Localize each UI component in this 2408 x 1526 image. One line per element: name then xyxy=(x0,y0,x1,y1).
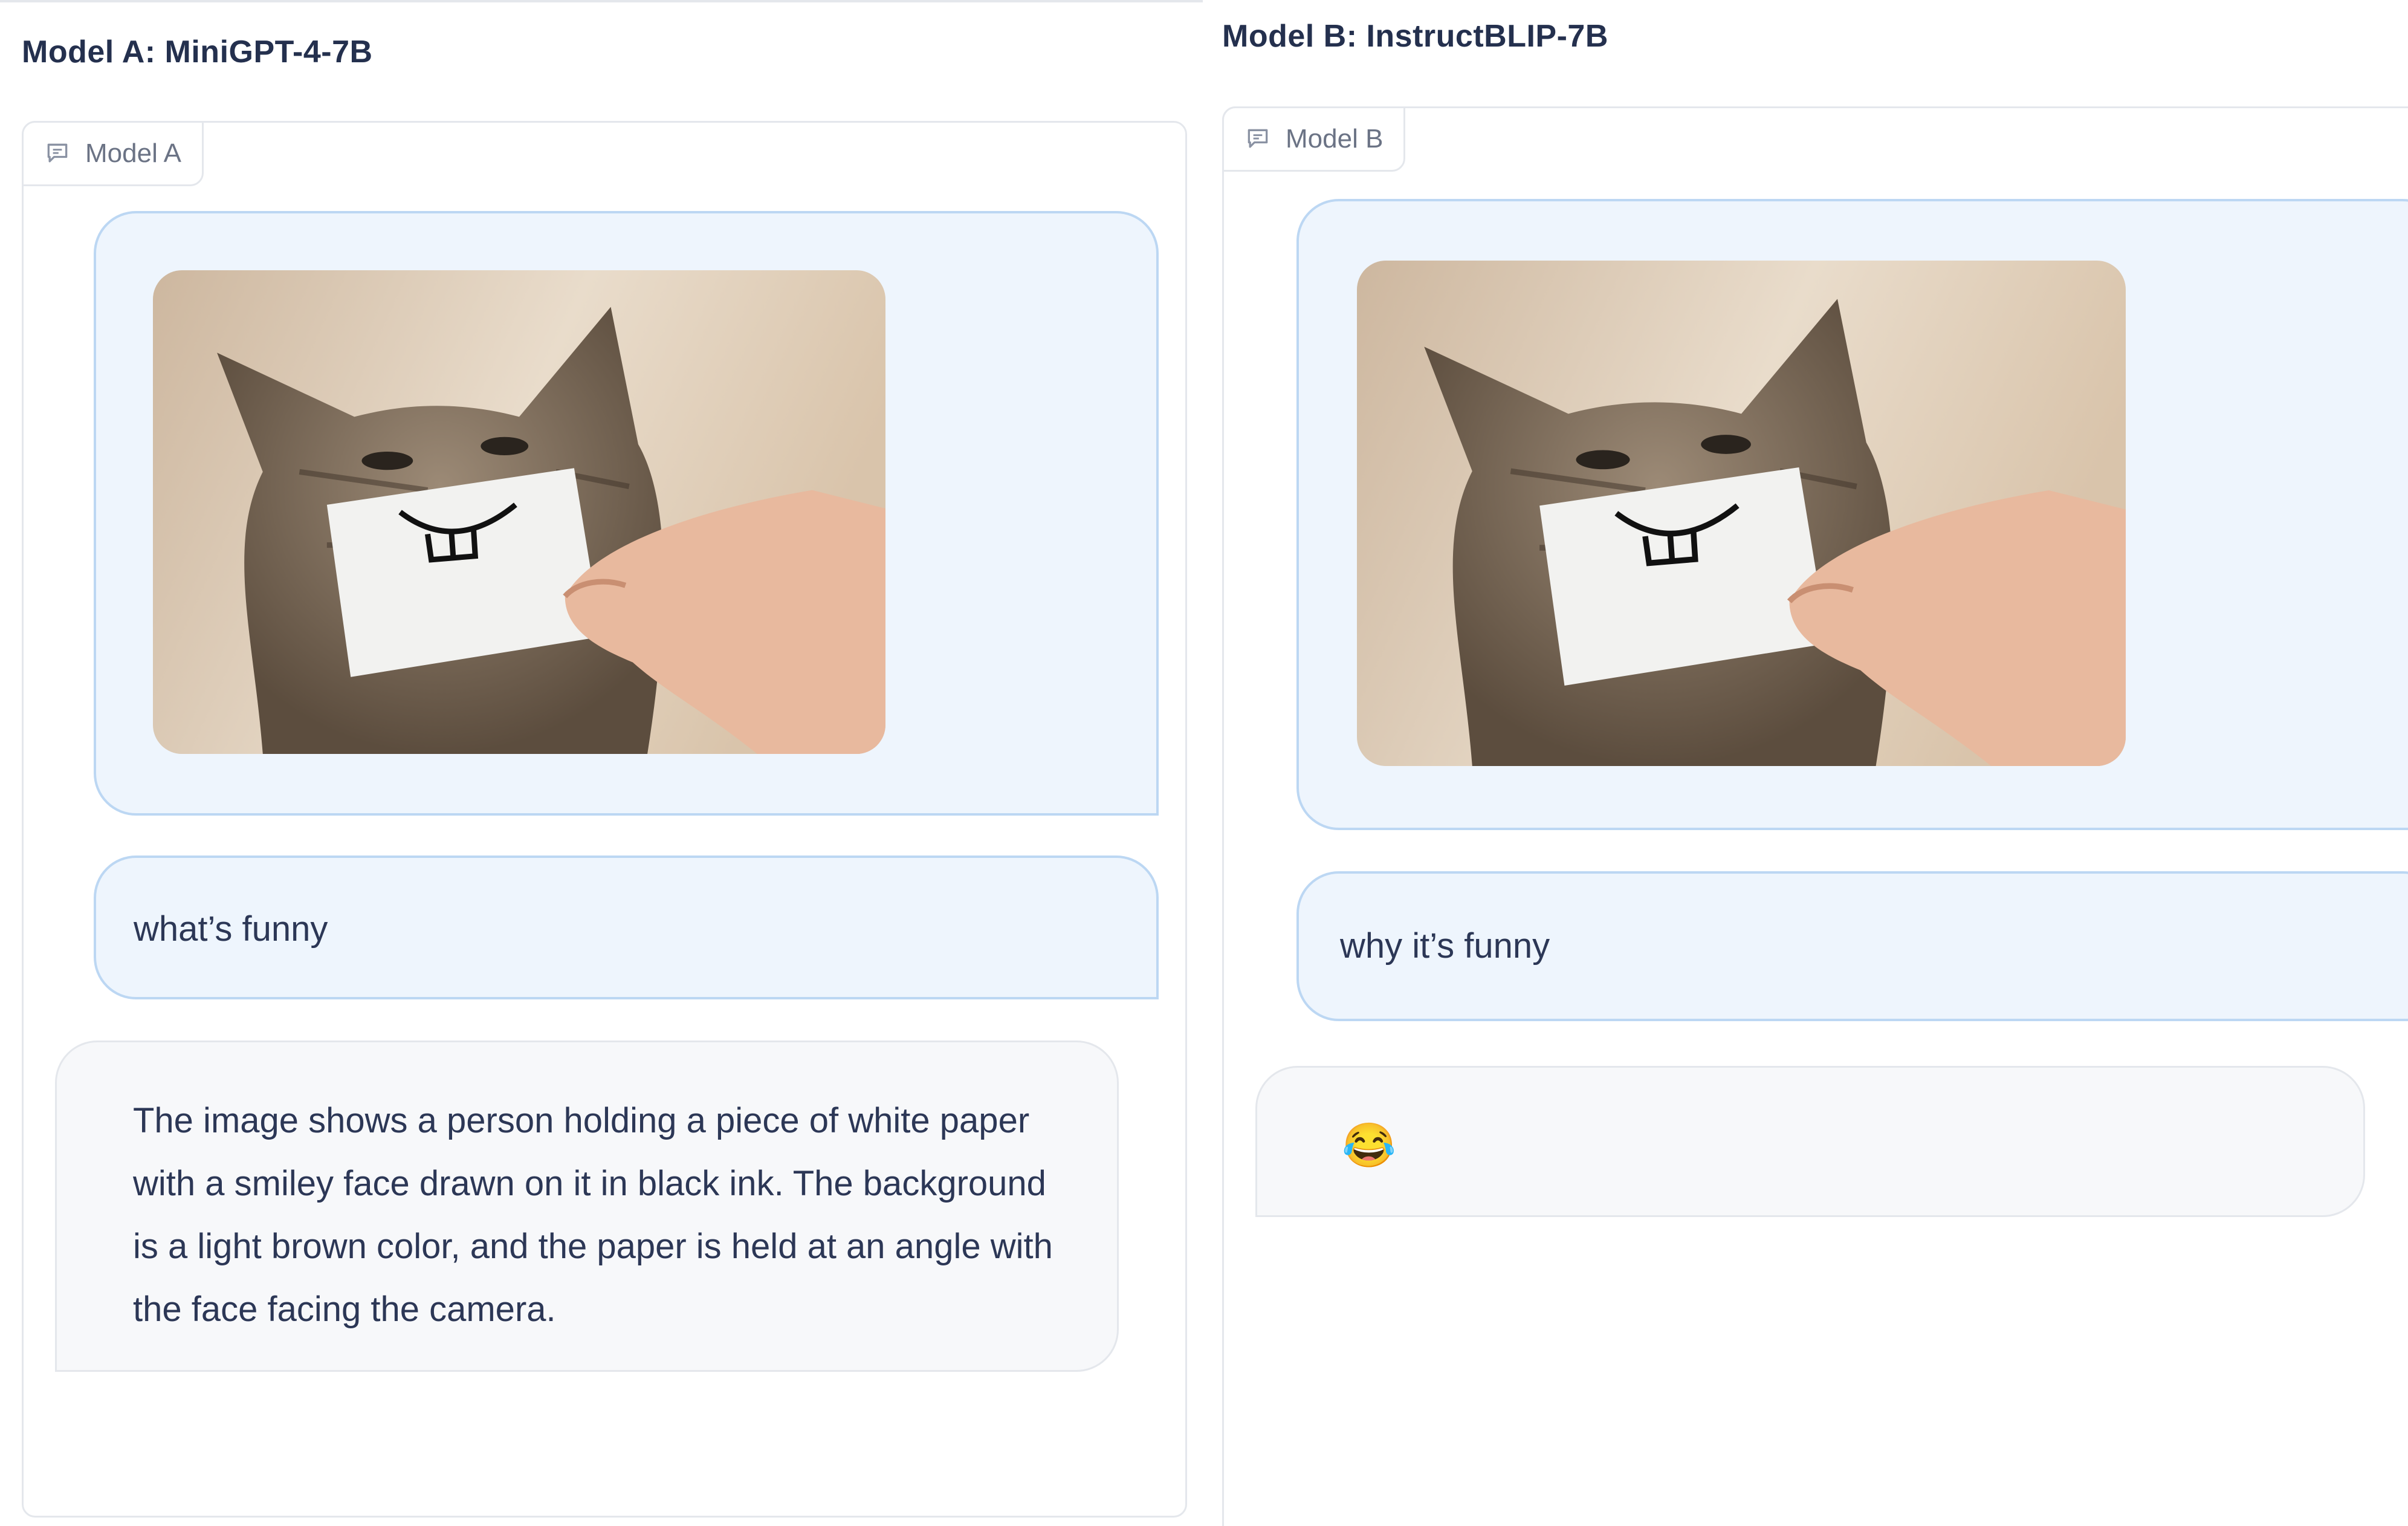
model-b-label: Model B xyxy=(1286,124,1384,154)
user-question-message: why it’s funny xyxy=(1296,871,2408,1021)
panel-separator xyxy=(1203,0,1215,1526)
user-question-text: why it’s funny xyxy=(1340,926,1550,966)
model-a-label-chip: Model A xyxy=(22,121,204,186)
model-a-chatbot[interactable]: Model A what’s funny The image shows a p… xyxy=(22,121,1187,1518)
cat-photo-illustration xyxy=(1357,261,2126,766)
model-a-label: Model A xyxy=(85,138,181,168)
user-image-message xyxy=(1296,199,2408,830)
comparison-page: Model A: MiniGPT-4-7B Model A what’s fun… xyxy=(0,0,2408,1526)
chat-bubble-icon xyxy=(47,143,68,163)
model-b-title: Model B: InstructBLIP-7B xyxy=(1222,19,1608,54)
model-b-label-chip: Model B xyxy=(1222,106,1406,172)
user-question-message: what’s funny xyxy=(94,856,1159,999)
cat-photo-illustration xyxy=(153,270,885,754)
chat-bubble-icon xyxy=(1248,129,1268,148)
user-question-text: what’s funny xyxy=(134,909,328,949)
model-a-title: Model A: MiniGPT-4-7B xyxy=(22,34,373,70)
bot-response-message: 😂 xyxy=(1255,1066,2365,1217)
cat-photo[interactable] xyxy=(1357,261,2126,766)
model-b-chatbot[interactable]: Model B why it’s funny 😂 xyxy=(1222,106,2408,1526)
user-image-message xyxy=(94,211,1159,816)
bot-response-message: The image shows a person holding a piece… xyxy=(55,1041,1119,1372)
bot-response-emoji: 😂 xyxy=(1342,1122,1396,1170)
cat-photo[interactable] xyxy=(153,270,885,754)
model-b-panel: Model B: InstructBLIP-7B Model B why it’… xyxy=(1215,0,2408,1526)
model-a-panel: Model A: MiniGPT-4-7B Model A what’s fun… xyxy=(0,0,1203,1526)
bot-response-text: The image shows a person holding a piece… xyxy=(133,1101,1053,1329)
